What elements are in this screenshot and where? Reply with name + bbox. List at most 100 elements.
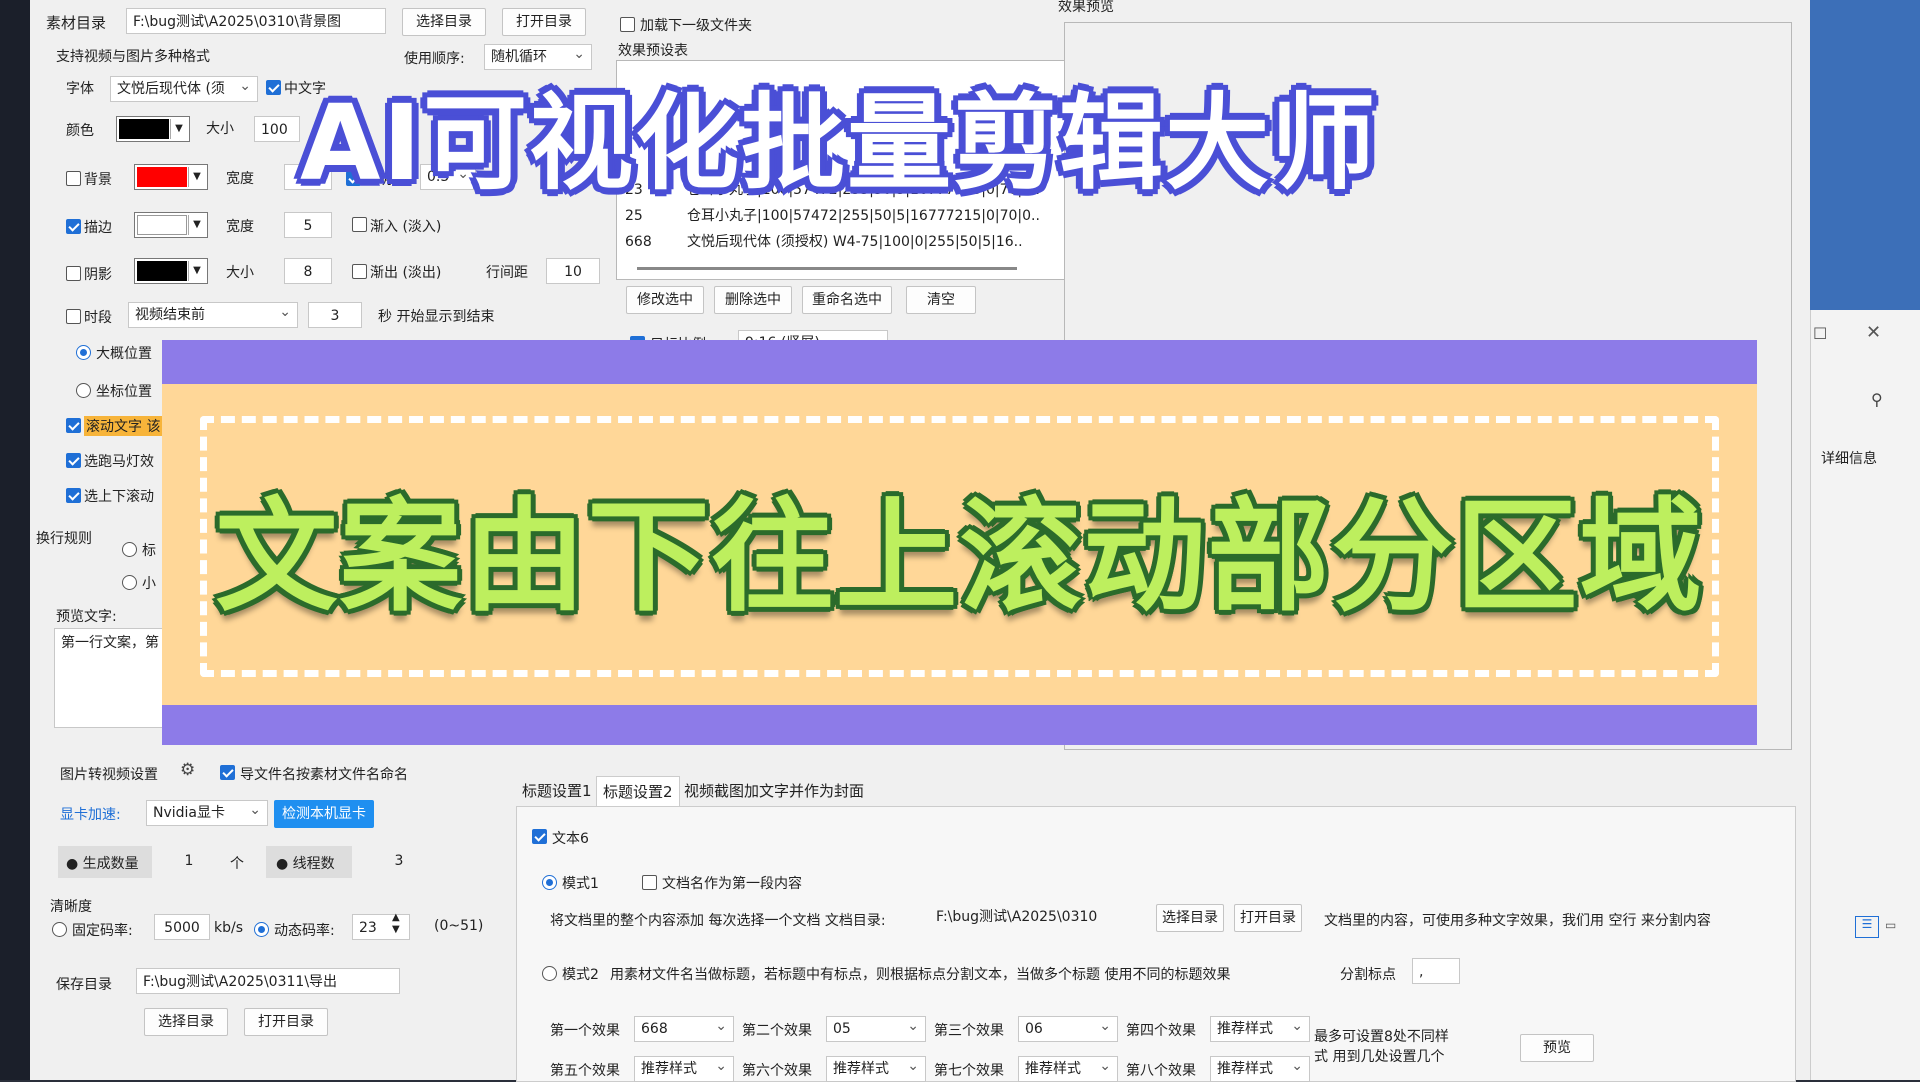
search-icon[interactable]: ⚲ [1871, 390, 1883, 409]
mode2-radio[interactable] [542, 966, 557, 981]
effect-7-select[interactable]: 推荐样式 [1018, 1056, 1118, 1082]
effect-1-label: 第一个效果 [550, 1023, 620, 1039]
effect-4-label: 第四个效果 [1126, 1023, 1196, 1039]
tile-view-icon[interactable]: ▭ [1885, 918, 1896, 932]
fixed-rate-radio[interactable] [52, 922, 67, 937]
fadein-label: 渐入 (淡入) [370, 219, 442, 235]
doc-open-dir-button[interactable]: 打开目录 [1234, 904, 1302, 932]
approx-position-label: 大概位置 [96, 346, 152, 362]
dynamic-rate-input[interactable]: 23 [352, 914, 410, 940]
save-open-dir-button[interactable]: 打开目录 [244, 1008, 328, 1036]
save-dir-input[interactable]: F:\bug测试\A2025\0311\导出 [136, 968, 400, 994]
mode1-label: 模式1 [562, 876, 599, 892]
close-icon[interactable]: ✕ [1866, 322, 1881, 343]
background-checkbox[interactable] [66, 171, 81, 186]
effect-2-select[interactable]: 05 [826, 1016, 926, 1042]
effect-5-select[interactable]: 推荐样式 [634, 1056, 734, 1082]
shadow-checkbox[interactable] [66, 266, 81, 281]
threads-input[interactable]: 3 [368, 848, 430, 874]
load-subfolder-checkbox[interactable] [620, 17, 635, 32]
effect-1-select[interactable]: 668 [634, 1016, 734, 1042]
stroke-color-picker[interactable]: ▼ [134, 212, 208, 238]
period-select[interactable]: 视频结束前 [128, 302, 298, 328]
preview-button[interactable]: 预览 [1520, 1034, 1594, 1062]
list-view-icon[interactable]: ☰ [1855, 916, 1879, 938]
rename-selected-button[interactable]: 重命名选中 [802, 286, 892, 314]
dynamic-rate-radio[interactable] [254, 922, 269, 937]
effect-4-select[interactable]: 推荐样式 [1210, 1016, 1310, 1042]
approx-position-radio[interactable] [76, 345, 91, 360]
period-checkbox[interactable] [66, 309, 81, 324]
list-hscrollbar[interactable] [637, 267, 1017, 270]
name-by-file-checkbox[interactable] [220, 765, 235, 780]
stroke-width-input[interactable]: 5 [284, 212, 332, 238]
material-dir-input[interactable]: F:\bug测试\A2025\0310\背景图 [126, 8, 386, 34]
coord-position-radio[interactable] [76, 383, 91, 398]
split-punct-input[interactable]: , [1412, 958, 1460, 984]
preset-text: 文悦后现代体 (须授权) W4-75|100|0|255|50|5|16.. [687, 234, 1023, 250]
shadow-color-picker[interactable]: ▼ [134, 258, 208, 284]
delete-selected-button[interactable]: 删除选中 [714, 286, 792, 314]
font-size-input[interactable]: 100 [254, 116, 300, 142]
material-open-dir-button[interactable]: 打开目录 [502, 8, 586, 36]
details-label[interactable]: 详细信息 [1821, 448, 1877, 468]
color-label: 颜色 [66, 123, 94, 139]
cn-font-checkbox[interactable] [266, 80, 281, 95]
background-color-picker[interactable]: ▼ [134, 164, 208, 190]
wrap-option-1-radio[interactable] [122, 542, 137, 557]
scroll-text-checkbox[interactable] [66, 418, 81, 433]
gpu-accel-label: 显卡加速: [60, 807, 121, 823]
gen-count-text: 生成数量 [82, 856, 139, 872]
material-select-dir-button[interactable]: 选择目录 [402, 8, 486, 36]
tab-cover-settings[interactable]: 视频截图加文字并作为封面 [678, 776, 870, 806]
spinner-arrows-icon[interactable]: ▲ ▼ [392, 912, 400, 936]
wrap-option-2-radio[interactable] [122, 575, 137, 590]
shadow-size-input[interactable]: 8 [284, 258, 332, 284]
mode2-label: 模式2 [562, 967, 599, 983]
preset-table-label: 效果预设表 [618, 43, 688, 59]
gen-count-input[interactable]: 1 [158, 848, 220, 874]
tab-title-settings-2[interactable]: 标题设置2 [596, 776, 680, 807]
wrap-rule-label: 换行规则 [36, 531, 92, 547]
desktop-background-left [0, 0, 30, 1080]
modify-selected-button[interactable]: 修改选中 [626, 286, 704, 314]
doc-hint: 文档里的内容，可使用多种文字效果，我们用 空行 来分割内容 [1324, 913, 1711, 929]
fadeout-checkbox[interactable] [352, 264, 367, 279]
text6-checkbox[interactable] [532, 829, 547, 844]
effect-8-label: 第八个效果 [1126, 1063, 1196, 1079]
effect-8-select[interactable]: 推荐样式 [1210, 1056, 1310, 1082]
list-item[interactable]: 668 文悦后现代体 (须授权) W4-75|100|0|255|50|5|16.… [625, 229, 1023, 255]
background-label: 背景 [84, 172, 112, 188]
effect-7-label: 第七个效果 [934, 1063, 1004, 1079]
effect-6-select[interactable]: 推荐样式 [826, 1056, 926, 1082]
updown-scroll-checkbox[interactable] [66, 488, 81, 503]
fixed-rate-input[interactable]: 5000 [154, 914, 210, 940]
line-spacing-input[interactable]: 10 [546, 258, 600, 284]
fadein-checkbox[interactable] [352, 217, 367, 232]
effect-2-label: 第二个效果 [742, 1023, 812, 1039]
fixed-rate-label: 固定码率: [72, 923, 133, 939]
coord-position-label: 坐标位置 [96, 384, 152, 400]
save-select-dir-button[interactable]: 选择目录 [144, 1008, 228, 1036]
doc-select-dir-button[interactable]: 选择目录 [1156, 904, 1224, 932]
line-spacing-label: 行间距 [486, 265, 528, 281]
effect-3-select[interactable]: 06 [1018, 1016, 1118, 1042]
gear-icon[interactable]: ⚙ [180, 760, 195, 780]
docname-first-checkbox[interactable] [642, 875, 657, 890]
font-select[interactable]: 文悦后现代体 (须 [110, 76, 258, 102]
tab-title-settings-1[interactable]: 标题设置1 [516, 776, 598, 806]
mode1-radio[interactable] [542, 875, 557, 890]
stroke-checkbox[interactable] [66, 219, 81, 234]
dropdown-arrow-icon: ▼ [188, 215, 205, 235]
maximize-icon[interactable]: ☐ [1813, 324, 1827, 343]
dynamic-rate-range: (0~51) [434, 918, 484, 934]
text-color-picker[interactable]: ▼ [116, 116, 190, 142]
gpu-select[interactable]: Nvidia显卡 [146, 800, 268, 826]
dropdown-arrow-icon: ▼ [170, 119, 187, 139]
detect-gpu-button[interactable]: 检测本机显卡 [274, 800, 374, 828]
doc-dir-input[interactable]: F:\bug测试\A2025\0310 [930, 904, 1152, 930]
clear-button[interactable]: 清空 [906, 286, 976, 314]
effect-6-label: 第六个效果 [742, 1063, 812, 1079]
period-seconds-input[interactable]: 3 [308, 302, 362, 328]
marquee-checkbox[interactable] [66, 453, 81, 468]
